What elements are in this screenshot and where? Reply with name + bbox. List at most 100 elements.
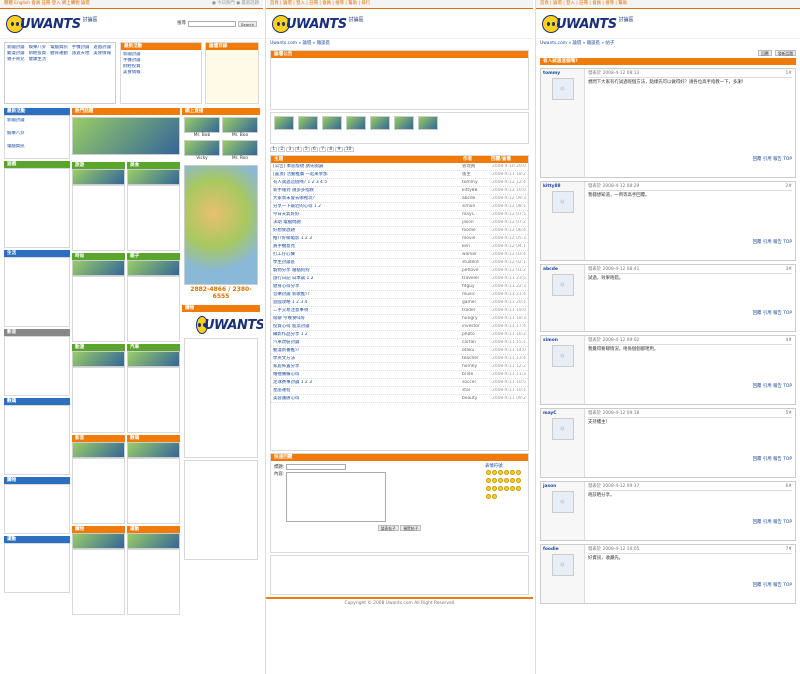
smiley-icon[interactable] (485, 477, 491, 483)
table-row[interactable]: 攝影作品分享 1 2 photo 2008-4-11 16:22 (271, 331, 528, 340)
thread-title[interactable]: 音樂討論 新歌推介 (273, 292, 460, 297)
thread-author[interactable]: simon (462, 204, 490, 209)
news-link[interactable]: 財經投資 (123, 64, 199, 69)
thread-title[interactable]: 大家周末會去哪裡玩? (273, 196, 460, 201)
thread-author[interactable]: 版主 (462, 172, 490, 177)
thread-title[interactable]: 打工仔心聲 (273, 252, 460, 257)
smiley-icon[interactable] (503, 477, 509, 483)
thread-author[interactable]: jason (462, 220, 490, 225)
thread-title[interactable]: 分享一下最近的心得 1 2 (273, 204, 460, 209)
thread-title[interactable]: 今日天氣好好 (273, 212, 460, 217)
breadcrumb[interactable]: Uwants.com » 論壇 » 雜談區 » 帖子 (536, 39, 800, 48)
top-link[interactable]: TOP (783, 583, 792, 588)
category-link[interactable]: 旅遊天地 (72, 51, 92, 56)
thread-title[interactable]: 好想食放題 (273, 228, 460, 233)
smiley-icon[interactable] (491, 493, 497, 499)
category-thumb[interactable] (127, 351, 180, 367)
sub-forum-icon[interactable] (370, 116, 390, 131)
live-user[interactable]: Vicky (184, 140, 220, 161)
hot-topic-banner[interactable] (72, 117, 180, 155)
thread-author[interactable]: music (462, 292, 490, 297)
smiley-icon[interactable] (485, 469, 491, 475)
post-author[interactable]: jason (543, 484, 582, 489)
page-link[interactable]: 10 (343, 147, 354, 153)
category-link[interactable]: 電腦資訊 (50, 45, 70, 50)
table-row[interactable]: 家居佈置分享 homey 2008-4-11 12:20 (271, 363, 528, 372)
post-button[interactable]: 發表帖子 (377, 525, 399, 532)
table-row[interactable]: 遊戲攻略 1 2 3 4 gamer 2008-4-11 20:15 (271, 299, 528, 308)
thread-author[interactable]: photo (462, 332, 490, 337)
post-actions[interactable]: 回覆 引用 報告 (753, 457, 782, 462)
post-author[interactable]: tommy (543, 71, 582, 76)
table-row[interactable]: 買手機意見 ken 2008-4-12 04:19 (271, 243, 528, 252)
thread-author[interactable]: abcde (462, 196, 490, 201)
thread-title[interactable]: 婚禮籌備心得 (273, 372, 460, 377)
smiley-icon[interactable] (509, 485, 515, 491)
search-button[interactable]: Search (237, 20, 257, 27)
thread-title[interactable]: 有人試過這個嗎? 1 2 3 4 5 (273, 180, 460, 185)
thread-author[interactable]: petlove (462, 268, 490, 273)
section-link[interactable]: 新聞討論 (7, 118, 67, 130)
table-row[interactable]: 美容護膚心得 beauty 2008-4-11 09:25 (271, 395, 528, 404)
table-row[interactable]: 有人試過這個嗎? 1 2 3 4 5 tommy 2008-4-12 12:45 (271, 179, 528, 188)
portal-topbar-nav[interactable]: 簡體 English 會員 註冊 登入 網上購物 論壇 (4, 1, 90, 6)
post-actions[interactable]: 回覆 引用 報告 (753, 583, 782, 588)
news-link[interactable]: 新聞討論 (123, 52, 199, 57)
page-link[interactable]: 9 (335, 147, 343, 153)
top-link[interactable]: TOP (783, 311, 792, 316)
forum-topbar-nav[interactable]: 首頁 | 論壇 | 登入 | 註冊 | 會員 | 搜尋 | 幫助 | 排行 (270, 1, 370, 6)
thread-author[interactable]: hungry (462, 316, 490, 321)
category-thumb[interactable] (72, 260, 125, 276)
site-logo[interactable]: UWANTS 討論區 (542, 14, 634, 33)
thread-author[interactable]: worker (462, 252, 490, 257)
page-link[interactable]: 4 (294, 147, 302, 153)
category-link[interactable]: 財經投資 (29, 51, 49, 56)
smiley-icon[interactable] (491, 485, 497, 491)
category-link[interactable]: 親子育兒 (7, 57, 27, 62)
page-link[interactable]: 7 (319, 147, 327, 153)
thread-title[interactable]: 二手交易注意事項 (273, 308, 460, 313)
mini-logo[interactable]: UWANTS (196, 315, 263, 334)
news-link[interactable]: 手機討論 (123, 58, 199, 63)
thread-author[interactable]: ken (462, 244, 490, 249)
post-actions[interactable]: 回覆 引用 報告 (753, 157, 782, 162)
smiley-icon[interactable] (503, 485, 509, 491)
thread-author[interactable]: beauty (462, 396, 490, 401)
table-row[interactable]: 今日天氣好好 mayC 2008-4-12 07:55 (271, 211, 528, 220)
smiley-icon[interactable] (497, 477, 503, 483)
thread-author[interactable]: soccer (462, 380, 490, 385)
smiley-icon[interactable] (497, 469, 503, 475)
thread-author[interactable]: kitty88 (462, 188, 490, 193)
thread-author[interactable]: foodie (462, 228, 490, 233)
post-author[interactable]: simon (543, 338, 582, 343)
reply-button[interactable]: 回覆 (758, 50, 772, 57)
smiley-icon[interactable] (497, 485, 503, 491)
category-link[interactable]: 美食情報 (93, 51, 113, 56)
thread-author[interactable]: carfan (462, 340, 490, 345)
thread-author[interactable]: otaku (462, 348, 490, 353)
thread-title[interactable]: 推介好睇電影 1 2 3 (273, 236, 460, 241)
smiley-icon[interactable] (503, 469, 509, 475)
thread-topbar-nav[interactable]: 首頁 | 論壇 | 登入 | 註冊 | 會員 | 搜尋 | 幫助 (540, 1, 627, 6)
post-actions[interactable]: 回覆 引用 報告 (753, 384, 782, 389)
thread-author[interactable]: homey (462, 364, 490, 369)
thread-title[interactable]: 星座運程 (273, 388, 460, 393)
post-actions[interactable]: 回覆 引用 報告 (753, 520, 782, 525)
thread-title[interactable]: 美容護膚心得 (273, 396, 460, 401)
category-link[interactable]: 新聞討論 (7, 45, 27, 50)
table-row[interactable]: 汽車改裝討論 carfan 2008-4-11 15:10 (271, 339, 528, 348)
table-row[interactable]: 足球賽事討論 1 2 3 soccer 2008-4-11 10:59 (271, 379, 528, 388)
category-thumb[interactable] (72, 351, 125, 367)
post-author[interactable]: mayC (543, 411, 582, 416)
table-row[interactable]: 學英文方法 teacher 2008-4-11 13:41 (271, 355, 528, 364)
top-link[interactable]: TOP (783, 384, 792, 389)
thread-title[interactable]: 投資心得 股票討論 (273, 324, 460, 329)
thread-author[interactable]: teacher (462, 356, 490, 361)
thread-author[interactable]: mayC (462, 212, 490, 217)
live-user[interactable]: Mr. Boo (222, 117, 258, 138)
thread-title[interactable]: 健身心得分享 (273, 284, 460, 289)
category-link[interactable]: 體育運動 (50, 51, 70, 56)
thread-author[interactable]: fitguy (462, 284, 490, 289)
live-user[interactable]: Mr. Ron (222, 140, 258, 161)
smiley-icon[interactable] (491, 469, 497, 475)
